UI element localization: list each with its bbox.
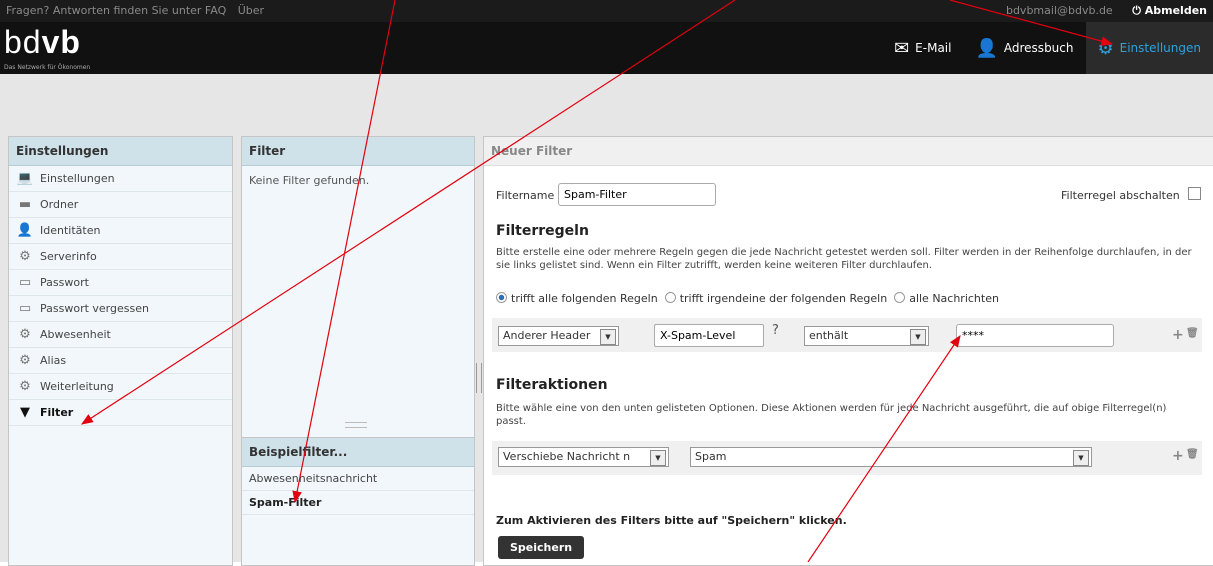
- chevron-down-icon: ▼: [600, 329, 616, 345]
- gear-icon: ⚙: [16, 322, 34, 347]
- sidebar-item-einstellungen[interactable]: 💻Einstellungen: [9, 166, 232, 192]
- example-filter-panel: Beispielfilter... Abwesenheitsnachricht …: [241, 437, 475, 566]
- editor-title: Neuer Filter: [484, 137, 1213, 166]
- sidebar-item-identitaeten[interactable]: 👤Identitäten: [9, 218, 232, 244]
- rule-value-input[interactable]: [956, 324, 1114, 347]
- sidebar-item-passwort-vergessen[interactable]: ▭Passwort vergessen: [9, 296, 232, 322]
- about-link[interactable]: Über: [238, 4, 264, 17]
- actions-description: Bitte wähle eine von den unten gelistete…: [496, 402, 1196, 428]
- nav-settings[interactable]: ⚙ Einstellungen: [1086, 22, 1213, 74]
- folder-icon: ▬: [16, 192, 34, 217]
- gear-icon: ⚙: [16, 374, 34, 399]
- activate-hint: Zum Aktivieren des Filters bitte auf "Sp…: [496, 514, 847, 527]
- save-button[interactable]: Speichern: [498, 536, 584, 559]
- settings-title: Einstellungen: [9, 137, 232, 166]
- settings-sidebar: Einstellungen 💻Einstellungen ▬Ordner 👤Id…: [8, 136, 233, 566]
- rule-header-select[interactable]: Anderer Header▼: [498, 326, 619, 346]
- nav-email[interactable]: ✉ E-Mail: [882, 22, 963, 74]
- action-type-select[interactable]: Verschiebe Nachricht n▼: [498, 447, 669, 467]
- example-filter-item[interactable]: Abwesenheitsnachricht: [242, 467, 474, 491]
- chevron-down-icon: ▼: [650, 450, 666, 466]
- radio-match-all[interactable]: trifft alle folgenden Regeln: [496, 292, 658, 305]
- sidebar-item-serverinfo[interactable]: ⚙Serverinfo: [9, 244, 232, 270]
- password-icon: ▭: [16, 270, 34, 295]
- sidebar-item-filter[interactable]: ▼Filter: [9, 400, 232, 426]
- mail-icon: ✉: [894, 38, 909, 59]
- disable-checkbox[interactable]: [1188, 187, 1201, 200]
- help-icon[interactable]: ?: [772, 323, 779, 338]
- trash-icon: 🗑: [1186, 328, 1199, 339]
- filter-list-title: Filter: [242, 137, 474, 166]
- gear-icon: ⚙: [16, 348, 34, 373]
- vertical-splitter[interactable]: [476, 363, 482, 393]
- power-icon: ⏻: [1132, 4, 1141, 17]
- example-filter-item[interactable]: Spam-Filter: [242, 491, 474, 515]
- chevron-down-icon: ▼: [1073, 450, 1089, 466]
- rules-description: Bitte erstelle eine oder mehrere Regeln …: [496, 246, 1196, 272]
- logo-tagline: Das Netzwerk für Ökonomen: [4, 64, 90, 71]
- rules-heading: Filterregeln: [496, 223, 589, 239]
- filtername-label: Filtername: [496, 189, 554, 202]
- add-action-button[interactable]: +: [1172, 448, 1184, 464]
- radio-match-any[interactable]: trifft irgendeine der folgenden Regeln: [665, 292, 888, 305]
- actions-heading: Filteraktionen: [496, 377, 608, 393]
- password-icon: ▭: [16, 296, 34, 321]
- main-nav: ✉ E-Mail 👤 Adressbuch ⚙ Einstellungen: [882, 22, 1213, 74]
- filter-editor: Neuer Filter Filtername Filterregel absc…: [483, 136, 1213, 566]
- chevron-down-icon: ▼: [910, 329, 926, 345]
- filter-empty-message: Keine Filter gefunden.: [242, 166, 474, 195]
- sidebar-item-alias[interactable]: ⚙Alias: [9, 348, 232, 374]
- nav-addressbook[interactable]: 👤 Adressbuch: [963, 22, 1085, 74]
- logout-button[interactable]: ⏻ Abmelden: [1132, 4, 1207, 17]
- laptop-icon: 💻: [16, 166, 34, 191]
- person-icon: 👤: [16, 218, 34, 243]
- plus-icon: +: [1172, 327, 1184, 343]
- rule-header-name-input[interactable]: [654, 324, 764, 347]
- account-email: bdvbmail@bdvb.de: [1006, 4, 1113, 17]
- match-options: trifft alle folgenden Regeln trifft irge…: [496, 292, 999, 305]
- plus-icon: +: [1172, 448, 1184, 464]
- sidebar-item-abwesenheit[interactable]: ⚙Abwesenheit: [9, 322, 232, 348]
- action-target-select[interactable]: Spam▼: [690, 447, 1092, 467]
- funnel-icon: ▼: [16, 400, 34, 425]
- radio-all-messages[interactable]: alle Nachrichten: [894, 292, 999, 305]
- sidebar-item-weiterleitung[interactable]: ⚙Weiterleitung: [9, 374, 232, 400]
- resize-handle[interactable]: [345, 422, 367, 428]
- person-icon: 👤: [975, 38, 997, 59]
- app-header: bdvb Das Netzwerk für Ökonomen ✉ E-Mail …: [0, 22, 1213, 74]
- example-filter-title: Beispielfilter...: [242, 438, 474, 467]
- disable-label: Filterregel abschalten: [1061, 189, 1180, 202]
- delete-action-button[interactable]: 🗑: [1186, 449, 1199, 460]
- trash-icon: 🗑: [1186, 449, 1199, 460]
- sidebar-item-ordner[interactable]: ▬Ordner: [9, 192, 232, 218]
- filter-list-panel: Filter Keine Filter gefunden.: [241, 136, 475, 438]
- filtername-input[interactable]: [558, 183, 716, 206]
- sidebar-item-passwort[interactable]: ▭Passwort: [9, 270, 232, 296]
- gear-icon: ⚙: [1098, 38, 1114, 59]
- rule-operator-select[interactable]: enthält▼: [804, 326, 929, 346]
- faq-link[interactable]: Fragen? Antworten finden Sie unter FAQ: [6, 4, 226, 17]
- top-bar: Fragen? Antworten finden Sie unter FAQ Ü…: [0, 0, 1213, 22]
- gear-icon: ⚙: [16, 244, 34, 269]
- add-rule-button[interactable]: +: [1172, 327, 1184, 343]
- delete-rule-button[interactable]: 🗑: [1186, 328, 1199, 339]
- logo[interactable]: bdvb: [4, 24, 81, 61]
